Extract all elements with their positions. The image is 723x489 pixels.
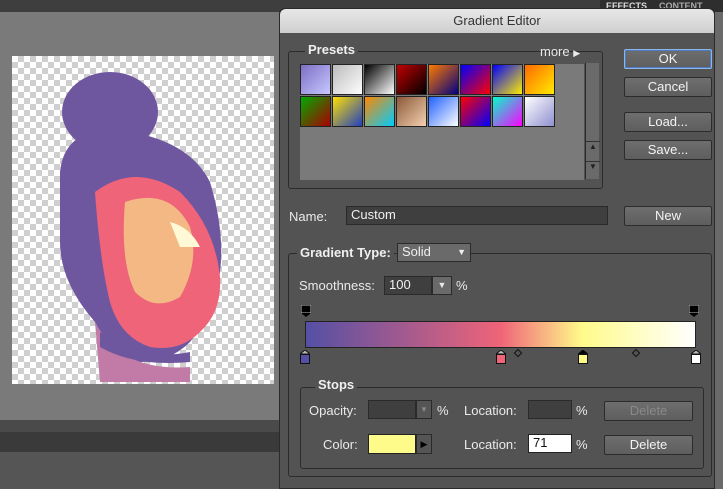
color-stop[interactable]	[495, 350, 506, 364]
chevron-down-icon[interactable]: ▼	[586, 161, 600, 175]
preset-swatch[interactable]	[332, 64, 363, 95]
opacity-percent: %	[437, 403, 449, 418]
name-label: Name:	[289, 209, 328, 224]
preset-swatch[interactable]	[428, 96, 459, 127]
delete-opacity-stop-button[interactable]: Delete	[604, 401, 693, 421]
presets-label: Presets	[305, 42, 358, 57]
smoothness-label: Smoothness:	[299, 278, 375, 293]
delete-color-stop-button[interactable]: Delete	[604, 435, 693, 455]
status-bar	[0, 432, 280, 452]
color-menu-triangle-icon[interactable]: ▶	[416, 434, 432, 454]
preset-swatch[interactable]	[524, 96, 555, 127]
gradient-type-value: Solid	[402, 244, 431, 259]
preset-swatch[interactable]	[428, 64, 459, 95]
canvas-scrollbar[interactable]	[0, 420, 280, 432]
more-label: more	[540, 44, 570, 59]
color-location-label: Location:	[464, 437, 517, 452]
color-swatch[interactable]	[368, 434, 416, 454]
opacity-stop-left[interactable]	[301, 305, 311, 317]
lower-panel	[0, 452, 280, 489]
preset-swatch[interactable]	[364, 64, 395, 95]
opacity-location-percent: %	[576, 403, 588, 418]
portrait-image	[60, 72, 222, 382]
preset-swatch[interactable]	[300, 96, 331, 127]
smoothness-dropdown[interactable]: ▼	[432, 276, 452, 295]
chevron-down-icon: ▼	[420, 405, 428, 414]
name-input[interactable]: Custom	[346, 206, 608, 225]
preset-swatch[interactable]	[524, 64, 555, 95]
color-location-input[interactable]: 71	[528, 434, 572, 453]
save-button[interactable]: Save...	[624, 140, 712, 160]
chevron-up-icon[interactable]: ▲	[586, 141, 600, 155]
preset-grid	[300, 64, 584, 180]
document-canvas[interactable]	[0, 12, 280, 424]
preset-swatch[interactable]	[300, 64, 331, 95]
preset-swatch[interactable]	[396, 64, 427, 95]
preset-swatch[interactable]	[492, 96, 523, 127]
gradient-preview-bar[interactable]	[305, 321, 696, 348]
opacity-label: Opacity:	[309, 403, 357, 418]
ok-button[interactable]: OK	[624, 49, 712, 69]
gradient-type-label: Gradient Type:	[297, 245, 394, 260]
preset-swatch[interactable]	[460, 96, 491, 127]
color-location-percent: %	[576, 437, 588, 452]
stops-group	[300, 387, 704, 469]
presets-scrollbar[interactable]: ▲ ▼	[585, 63, 600, 179]
smoothness-input[interactable]: 100	[384, 276, 432, 295]
chevron-down-icon: ▼	[437, 280, 447, 290]
opacity-stop-right[interactable]	[689, 305, 699, 317]
new-button[interactable]: New	[624, 206, 712, 226]
color-label: Color:	[323, 437, 358, 452]
preset-swatch[interactable]	[364, 96, 395, 127]
preset-swatch[interactable]	[332, 96, 363, 127]
more-menu[interactable]: more ▶	[540, 44, 580, 59]
load-button[interactable]: Load...	[624, 112, 712, 132]
stops-label: Stops	[315, 377, 358, 392]
gradient-type-select[interactable]: Solid ▼	[397, 243, 471, 262]
opacity-input[interactable]	[368, 400, 416, 419]
color-stop[interactable]	[577, 350, 588, 364]
smoothness-percent: %	[456, 278, 468, 293]
opacity-dropdown[interactable]: ▼	[416, 400, 432, 419]
opacity-location-label: Location:	[464, 403, 517, 418]
preset-swatch[interactable]	[396, 96, 427, 127]
opacity-location-input[interactable]	[528, 400, 572, 419]
preset-swatch[interactable]	[460, 64, 491, 95]
cancel-button[interactable]: Cancel	[624, 77, 712, 97]
color-stop[interactable]	[691, 350, 701, 364]
triangle-right-icon: ▶	[573, 48, 581, 58]
dialog-title: Gradient Editor	[280, 9, 714, 33]
preset-swatch[interactable]	[492, 64, 523, 95]
color-stop[interactable]	[300, 350, 310, 364]
chevron-down-icon: ▼	[457, 247, 466, 257]
